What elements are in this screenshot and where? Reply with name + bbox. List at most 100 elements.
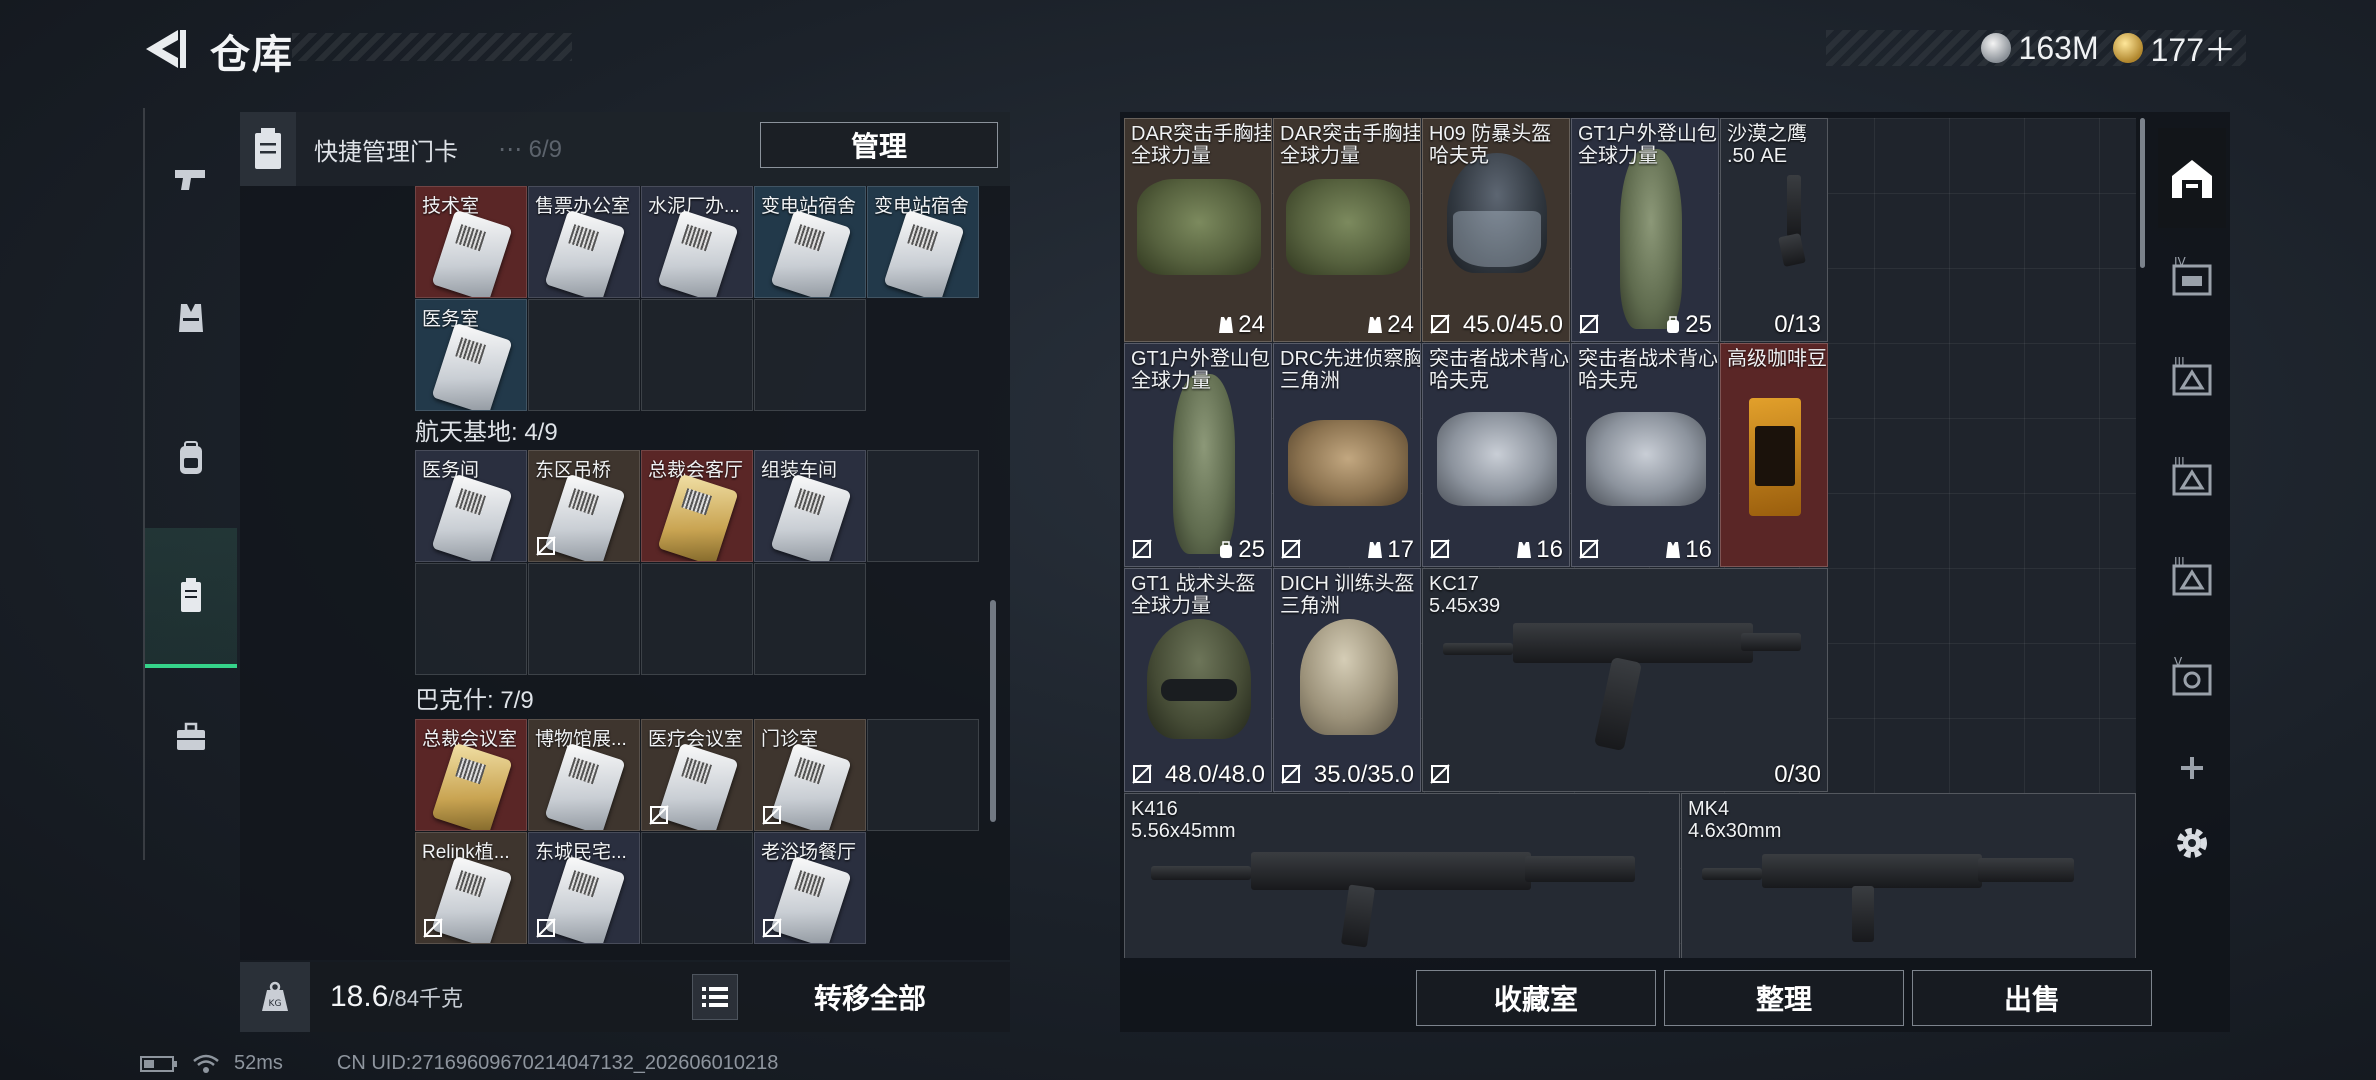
keycard-image	[431, 322, 513, 410]
stash-item[interactable]: 突击者战术背心 哈夫克 16	[1422, 343, 1570, 567]
stash-scrollbar[interactable]	[2140, 118, 2145, 268]
weight-readout: 18.6/84千克	[330, 980, 463, 1014]
tactical-vest-image	[1586, 412, 1706, 506]
keycard-scrollbar[interactable]	[990, 600, 996, 822]
item-name: 突击者战术背心 哈夫克	[1429, 348, 1569, 392]
riot-helmet-image	[1447, 153, 1547, 273]
stash-item[interactable]: GT1户外登山包 全球力量 25	[1124, 343, 1272, 567]
transfer-all-button[interactable]: 转移全部	[750, 972, 990, 1022]
chest-rig-image	[1137, 179, 1261, 275]
stash-item[interactable]: K416 5.56x45mm	[1124, 793, 1680, 958]
item-capacity: 25	[1665, 311, 1712, 339]
svg-text:IV: IV	[2174, 255, 2187, 269]
unfavorite-icon	[1132, 539, 1152, 559]
add-stash-page-button[interactable]	[2158, 728, 2226, 808]
stash-grid[interactable]: DAR突击手胸挂 全球力量 24 DAR突击手胸挂 全球力量 24 H09 防暴头盔…	[1124, 118, 2136, 958]
stash-item[interactable]: GT1户外登山包 全球力量 25	[1571, 118, 1719, 342]
item-name: DAR突击手胸挂 全球力量	[1280, 123, 1421, 167]
left-footer: KG 18.6/84千克 转移全部	[240, 962, 1010, 1032]
keycard-slot[interactable]: 医务间	[415, 450, 527, 562]
stash-item[interactable]: DAR突击手胸挂 全球力量 24	[1273, 118, 1421, 342]
keycard-slot[interactable]: 变电站宿舍	[867, 186, 979, 298]
wifi-icon	[193, 1054, 219, 1073]
empty-keycard-slot[interactable]	[641, 832, 753, 944]
coffee-bag-image	[1749, 398, 1801, 516]
battery-icon	[140, 1055, 177, 1072]
keycard-list[interactable]: 技术室 售票办公室 水泥厂办... 变电站宿舍 变电站宿舍 医务室 航天基地: …	[240, 186, 1010, 960]
gold-amount: 177＋	[2150, 32, 2236, 68]
keycard-slot[interactable]: 变电站宿舍	[754, 186, 866, 298]
nav-toolbox[interactable]	[145, 668, 237, 808]
item-name: 沙漠之鹰 .50 AE	[1727, 123, 1807, 167]
empty-keycard-slot[interactable]	[641, 563, 753, 675]
keycard-slot[interactable]: 门诊室	[754, 719, 866, 831]
keycard-slot[interactable]: 医疗会议室	[641, 719, 753, 831]
collection-room-button[interactable]: 收藏室	[1416, 970, 1656, 1026]
keycard-slot[interactable]: 总裁会议室	[415, 719, 527, 831]
keycard-slot[interactable]: 技术室	[415, 186, 527, 298]
status-bar: 52ms CN UID:27169609670214047132_2026060…	[140, 1052, 778, 1075]
svg-text:III: III	[2174, 355, 2185, 369]
training-helmet-image	[1300, 619, 1398, 735]
partial-group-title: ⋯ 6/9	[498, 135, 563, 163]
stash-item[interactable]: DAR突击手胸挂 全球力量 24	[1124, 118, 1272, 342]
settings-button[interactable]	[2158, 808, 2226, 878]
stash-page-iii-a[interactable]: III	[2158, 328, 2226, 428]
keycard-slot[interactable]: 水泥厂办...	[641, 186, 753, 298]
vest-icon	[1368, 542, 1383, 558]
list-view-button[interactable]	[692, 974, 738, 1020]
unfavorite-icon	[1132, 764, 1152, 784]
empty-keycard-slot[interactable]	[867, 719, 979, 831]
stash-item[interactable]: 突击者战术背心 哈夫克 16	[1571, 343, 1719, 567]
empty-keycard-slot[interactable]	[528, 563, 640, 675]
plus-icon	[2181, 757, 2203, 779]
unfavorite-icon	[1281, 764, 1301, 784]
uid-readout: CN UID:27169609670214047132_202606010218	[336, 1052, 779, 1074]
nav-weapons[interactable]	[145, 108, 237, 248]
nav-keycards[interactable]	[145, 528, 237, 668]
stash-item[interactable]: 沙漠之鹰 .50 AE 0/13	[1720, 118, 1828, 342]
stash-item[interactable]: GT1 战术头盔 全球力量 48.0/48.0	[1124, 568, 1272, 792]
stash-item[interactable]: DICH 训练头盔 三角洲 35.0/35.0	[1273, 568, 1421, 792]
keycard-slot[interactable]: 东区吊桥	[528, 450, 640, 562]
stash-page-iii-c[interactable]: III	[2158, 528, 2226, 628]
keycard-slot[interactable]: 组装车间	[754, 450, 866, 562]
empty-keycard-slot[interactable]	[867, 450, 979, 562]
stash-page-iv[interactable]: IV	[2158, 228, 2226, 328]
keycard-slot[interactable]: 东城民宅...	[528, 832, 640, 944]
rifle-stock-image	[1741, 633, 1801, 651]
stash-item[interactable]: DRC先进侦察胸挂三角洲 17	[1273, 343, 1421, 567]
empty-keycard-slot[interactable]	[754, 563, 866, 675]
gold-currency[interactable]: 177＋	[2112, 25, 2236, 71]
empty-keycard-slot[interactable]	[641, 299, 753, 411]
stash-page-main[interactable]	[2158, 128, 2226, 228]
list-icon	[702, 987, 728, 1007]
item-durability: 48.0/48.0	[1164, 761, 1265, 788]
stash-item[interactable]: 高级咖啡豆	[1720, 343, 1828, 567]
unfavorite-icon	[536, 536, 556, 556]
manage-button[interactable]: 管理	[760, 122, 998, 168]
nav-backpack[interactable]	[145, 388, 237, 528]
empty-keycard-slot[interactable]	[754, 299, 866, 411]
svg-text:III: III	[2174, 555, 2185, 569]
keycard-slot[interactable]: 博物馆展...	[528, 719, 640, 831]
keycard-slot[interactable]: 总裁会客厅	[641, 450, 753, 562]
stash-item[interactable]: KC17 5.45x39 0/30	[1422, 568, 1828, 792]
empty-keycard-slot[interactable]	[415, 563, 527, 675]
empty-keycard-slot[interactable]	[528, 299, 640, 411]
back-button[interactable]	[140, 26, 188, 72]
pistol-grip-image	[1778, 233, 1806, 267]
stash-page-nav: IV III III III V	[2158, 128, 2226, 878]
keycard-slot[interactable]: Relink植...	[415, 832, 527, 944]
sell-button[interactable]: 出售	[1912, 970, 2152, 1026]
nav-armor[interactable]	[145, 248, 237, 388]
stash-page-iii-b[interactable]: III	[2158, 428, 2226, 528]
stash-page-v[interactable]: V	[2158, 628, 2226, 728]
stash-item[interactable]: H09 防暴头盔 哈夫克 45.0/45.0	[1422, 118, 1570, 342]
stash-item[interactable]: MK4 4.6x30mm	[1681, 793, 2136, 958]
keycard-image	[431, 742, 513, 830]
keycard-slot[interactable]: 老浴场餐厅	[754, 832, 866, 944]
keycard-slot[interactable]: 售票办公室	[528, 186, 640, 298]
keycard-slot[interactable]: 医务室	[415, 299, 527, 411]
organize-button[interactable]: 整理	[1664, 970, 1904, 1026]
